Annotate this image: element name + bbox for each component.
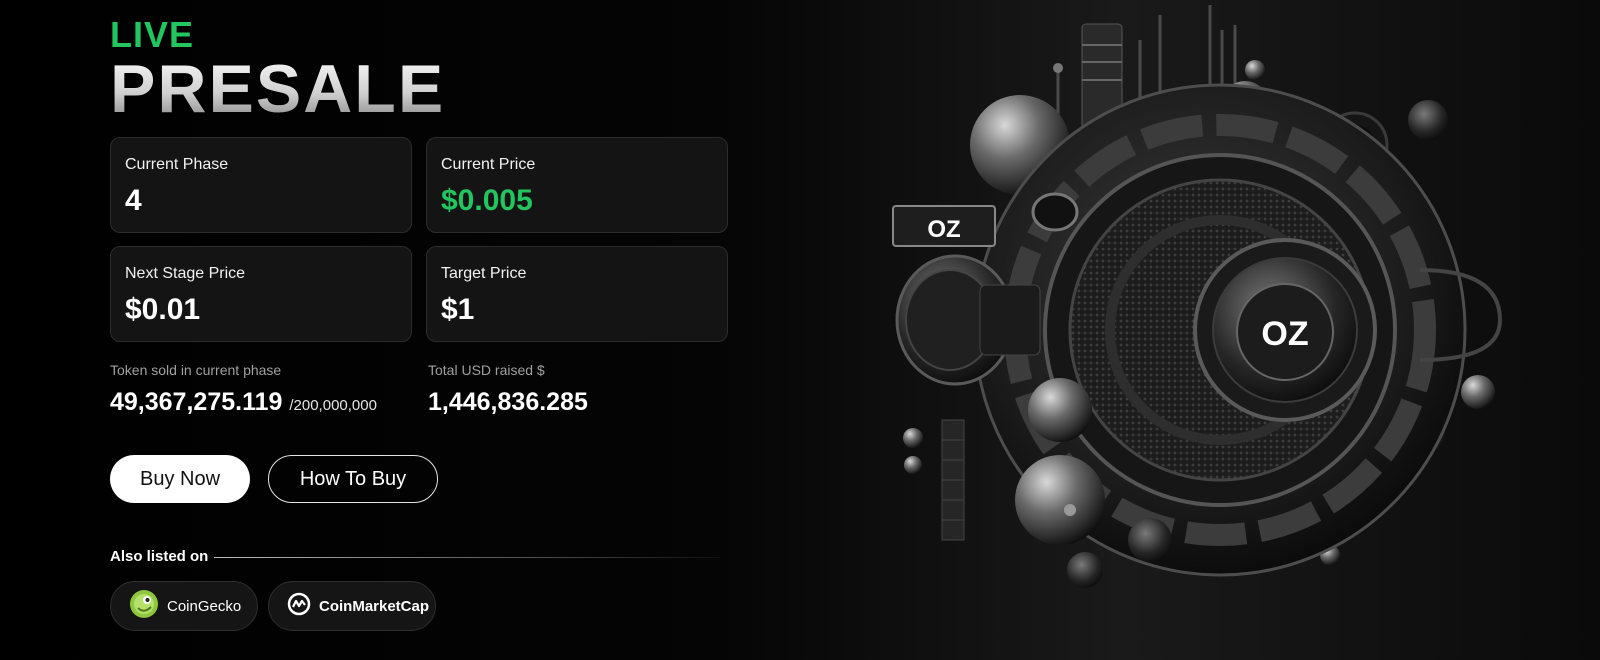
card-target-price: Target Price $1 bbox=[426, 246, 728, 342]
also-listed-label: Also listed on bbox=[110, 548, 209, 565]
coinmarketcap-link[interactable]: CoinMarketCap bbox=[268, 581, 436, 631]
center-badge-label: OZ bbox=[1261, 315, 1308, 353]
card-value: 4 bbox=[125, 184, 142, 217]
coinmarketcap-label: CoinMarketCap bbox=[319, 597, 430, 615]
card-label: Current Price bbox=[441, 156, 536, 173]
tokens-sold-label: Token sold in current phase bbox=[110, 362, 282, 378]
card-value: $1 bbox=[441, 293, 475, 326]
tokens-sold-total: /200,000,000 bbox=[289, 397, 377, 414]
how-to-buy-button[interactable]: How To Buy bbox=[268, 455, 438, 503]
coingecko-icon bbox=[129, 589, 159, 623]
card-label: Target Price bbox=[441, 265, 527, 282]
presale-title: PRESALE bbox=[110, 51, 446, 127]
card-label: Next Stage Price bbox=[125, 265, 246, 282]
card-next-stage-price: Next Stage Price $0.01 bbox=[110, 246, 412, 342]
card-current-phase: Current Phase 4 bbox=[110, 137, 412, 233]
coingecko-link[interactable]: CoinGecko bbox=[110, 581, 258, 631]
card-value: $0.005 bbox=[441, 184, 533, 217]
oz-side-badge-label: OZ bbox=[927, 216, 960, 243]
card-current-price: Current Price $0.005 bbox=[426, 137, 728, 233]
tokens-sold-amount: 49,367,275.119 bbox=[110, 388, 283, 416]
card-value: $0.01 bbox=[125, 293, 201, 326]
usd-raised-label: Total USD raised $ bbox=[428, 362, 545, 378]
usd-raised-value: 1,446,836.285 bbox=[428, 388, 588, 416]
card-label: Current Phase bbox=[125, 156, 229, 173]
coinmarketcap-icon bbox=[287, 592, 311, 620]
tokens-sold-value: 49,367,275.119 /200,000,000 bbox=[110, 388, 377, 417]
oz-sphere-artwork: OZ OZ bbox=[892, 5, 1503, 588]
divider bbox=[214, 557, 720, 558]
buy-now-button[interactable]: Buy Now bbox=[110, 455, 250, 503]
coingecko-label: CoinGecko bbox=[167, 597, 242, 615]
